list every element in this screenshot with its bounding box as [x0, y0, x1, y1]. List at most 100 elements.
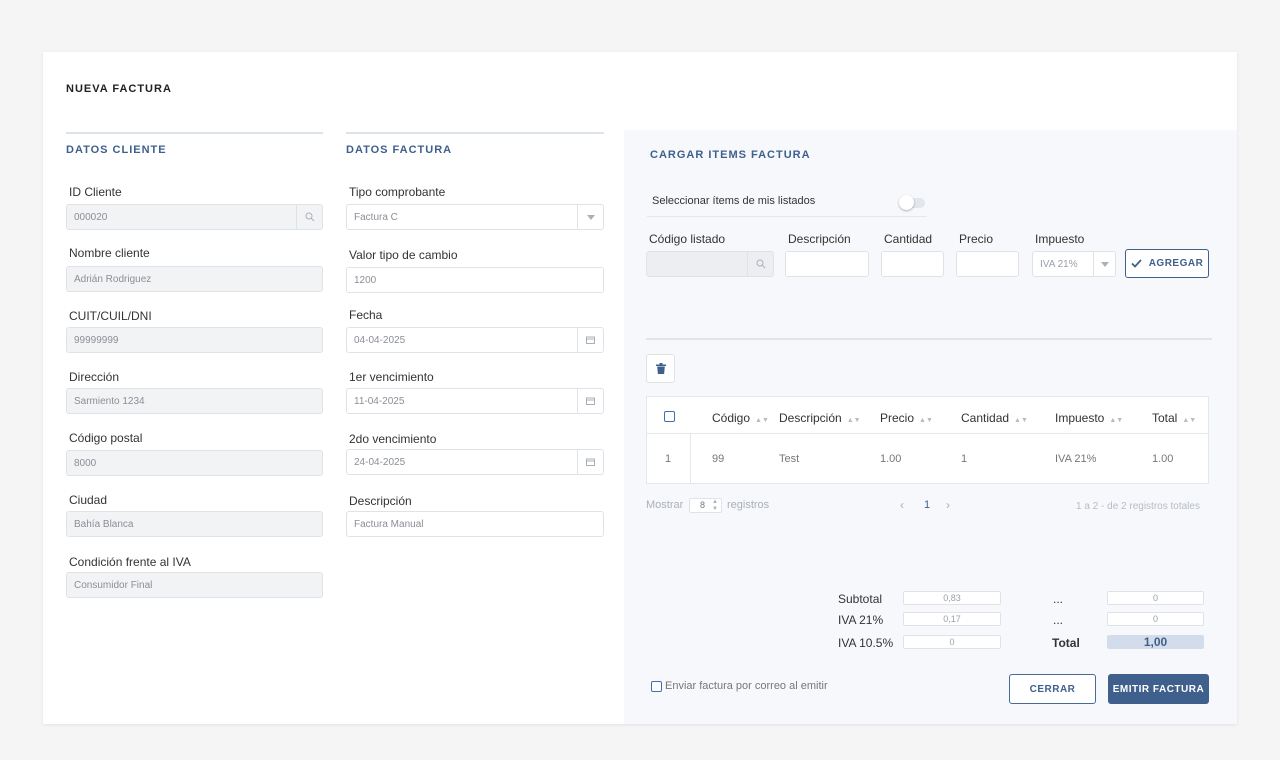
nombre-cliente-label: Nombre cliente — [69, 246, 150, 260]
direccion-field[interactable]: Sarmiento 1234 — [66, 388, 323, 414]
cerrar-button-label: CERRAR — [1029, 683, 1076, 695]
check-icon — [1131, 259, 1142, 268]
agregar-button[interactable]: AGREGAR — [1125, 249, 1209, 278]
direccion-label: Dirección — [69, 370, 120, 384]
item-precio-input[interactable] — [956, 251, 1019, 277]
invoice-card: NUEVA FACTURA DATOS CLIENTE ID Cliente 0… — [43, 52, 1237, 724]
header-divider — [647, 433, 1208, 434]
ciudad-label: Ciudad — [69, 493, 108, 507]
iva21-label: IVA 21% — [838, 613, 884, 627]
select-all-checkbox[interactable] — [664, 411, 675, 422]
codigo-listado-label: Código listado — [649, 232, 726, 246]
select-listados-label: Seleccionar ítems de mis listados — [652, 195, 816, 207]
total-field: 1,00 — [1107, 635, 1204, 649]
other2-field: 0 — [1107, 612, 1204, 626]
th-precio-label: Precio — [880, 411, 915, 425]
search-icon[interactable] — [296, 205, 322, 229]
calendar-icon[interactable] — [577, 328, 603, 352]
cell-descripcion: Test — [779, 453, 800, 465]
calendar-icon[interactable] — [577, 450, 603, 474]
th-codigo[interactable]: Código ▲▼ — [712, 411, 769, 425]
emitir-factura-button[interactable]: EMITIR FACTURA — [1108, 674, 1209, 704]
cerrar-button[interactable]: CERRAR — [1009, 674, 1096, 704]
condicion-iva-value: Consumidor Final — [74, 579, 153, 591]
delete-button[interactable] — [646, 354, 675, 383]
primer-vencimiento-input[interactable]: 11-04-2025 — [346, 388, 604, 414]
select-listados-toggle[interactable] — [899, 195, 925, 210]
th-total[interactable]: Total ▲▼ — [1152, 411, 1196, 425]
page-size-select[interactable]: 8 ▲ ▼ — [689, 498, 722, 513]
page-size-value: 8 — [700, 500, 706, 510]
fecha-input[interactable]: 04-04-2025 — [346, 327, 604, 353]
item-cantidad-label: Cantidad — [884, 232, 933, 246]
items-section-title: CARGAR ITEMS FACTURA — [650, 149, 811, 161]
segundo-vencimiento-value: 24-04-2025 — [354, 456, 406, 468]
trash-icon — [655, 363, 666, 374]
th-precio[interactable]: Precio ▲▼ — [880, 411, 933, 425]
th-codigo-label: Código — [712, 411, 751, 425]
factura-divider — [346, 132, 604, 134]
chevron-down-icon[interactable] — [1093, 252, 1115, 276]
codigo-postal-value: 8000 — [74, 457, 97, 469]
toggle-knob — [899, 195, 914, 210]
tipo-cambio-value: 1200 — [354, 274, 377, 286]
nombre-cliente-field[interactable]: Adrián Rodriguez — [66, 266, 323, 292]
item-descripcion-label: Descripción — [788, 232, 851, 246]
th-cantidad[interactable]: Cantidad ▲▼ — [961, 411, 1028, 425]
descripcion-label: Descripción — [349, 494, 412, 508]
sort-icon: ▲▼ — [846, 417, 861, 424]
cliente-section-title: DATOS CLIENTE — [66, 144, 167, 156]
primer-vencimiento-label: 1er vencimiento — [349, 370, 434, 384]
other1-field: 0 — [1107, 591, 1204, 605]
codigo-postal-label: Código postal — [69, 431, 143, 445]
id-cliente-label: ID Cliente — [69, 185, 122, 199]
segundo-vencimiento-label: 2do vencimiento — [349, 432, 437, 446]
factura-section-title: DATOS FACTURA — [346, 144, 453, 156]
row-number: 1 — [665, 453, 672, 465]
toggle-divider — [647, 216, 927, 217]
prev-page-icon[interactable]: ‹ — [900, 498, 904, 512]
th-descripcion[interactable]: Descripción ▲▼ — [779, 411, 861, 425]
sort-icon: ▲▼ — [1182, 417, 1197, 424]
chevron-down-icon[interactable] — [577, 205, 603, 229]
next-page-icon[interactable]: › — [946, 498, 950, 512]
sort-icon: ▲▼ — [755, 417, 769, 424]
cell-cantidad: 1 — [961, 453, 968, 465]
iva105-field: 0 — [903, 635, 1001, 649]
condicion-iva-field[interactable]: Consumidor Final — [66, 572, 323, 598]
ciudad-field[interactable]: Bahía Blanca — [66, 511, 323, 537]
condicion-iva-label: Condición frente al IVA — [69, 555, 191, 569]
tipo-cambio-input[interactable]: 1200 — [346, 267, 604, 293]
tipo-comprobante-select[interactable]: Factura C — [346, 204, 604, 230]
calendar-icon[interactable] — [577, 389, 603, 413]
cuit-field[interactable]: 99999999 — [66, 327, 323, 353]
tipo-comprobante-label: Tipo comprobante — [349, 185, 446, 199]
th-impuesto[interactable]: Impuesto ▲▼ — [1055, 411, 1123, 425]
item-impuesto-value: IVA 21% — [1040, 258, 1078, 270]
agregar-button-label: AGREGAR — [1148, 258, 1204, 269]
iva21-field: 0,17 — [903, 612, 1001, 626]
total-label: Total — [1052, 636, 1080, 650]
email-checkbox[interactable] — [651, 681, 662, 692]
page-title: NUEVA FACTURA — [66, 83, 172, 95]
current-page[interactable]: 1 — [924, 499, 930, 511]
item-descripcion-input[interactable] — [785, 251, 869, 277]
direccion-value: Sarmiento 1234 — [74, 395, 145, 407]
segundo-vencimiento-input[interactable]: 24-04-2025 — [346, 449, 604, 475]
item-cantidad-input[interactable] — [881, 251, 944, 277]
items-divider — [646, 338, 1212, 340]
other1-label: ... — [1053, 592, 1064, 606]
other2-label: ... — [1053, 613, 1064, 627]
id-cliente-value: 000020 — [74, 211, 108, 223]
th-total-label: Total — [1152, 411, 1178, 425]
subtotal-label: Subtotal — [838, 592, 883, 606]
iva105-label: IVA 10.5% — [838, 636, 894, 650]
item-impuesto-select[interactable]: IVA 21% — [1032, 251, 1116, 277]
stepper-icon: ▲ ▼ — [712, 499, 718, 512]
codigo-listado-input[interactable] — [646, 251, 774, 277]
search-icon[interactable] — [747, 252, 773, 276]
id-cliente-field[interactable]: 000020 — [66, 204, 323, 230]
codigo-postal-field[interactable]: 8000 — [66, 450, 323, 476]
fecha-value: 04-04-2025 — [354, 334, 406, 346]
descripcion-input[interactable]: Factura Manual — [346, 511, 604, 537]
